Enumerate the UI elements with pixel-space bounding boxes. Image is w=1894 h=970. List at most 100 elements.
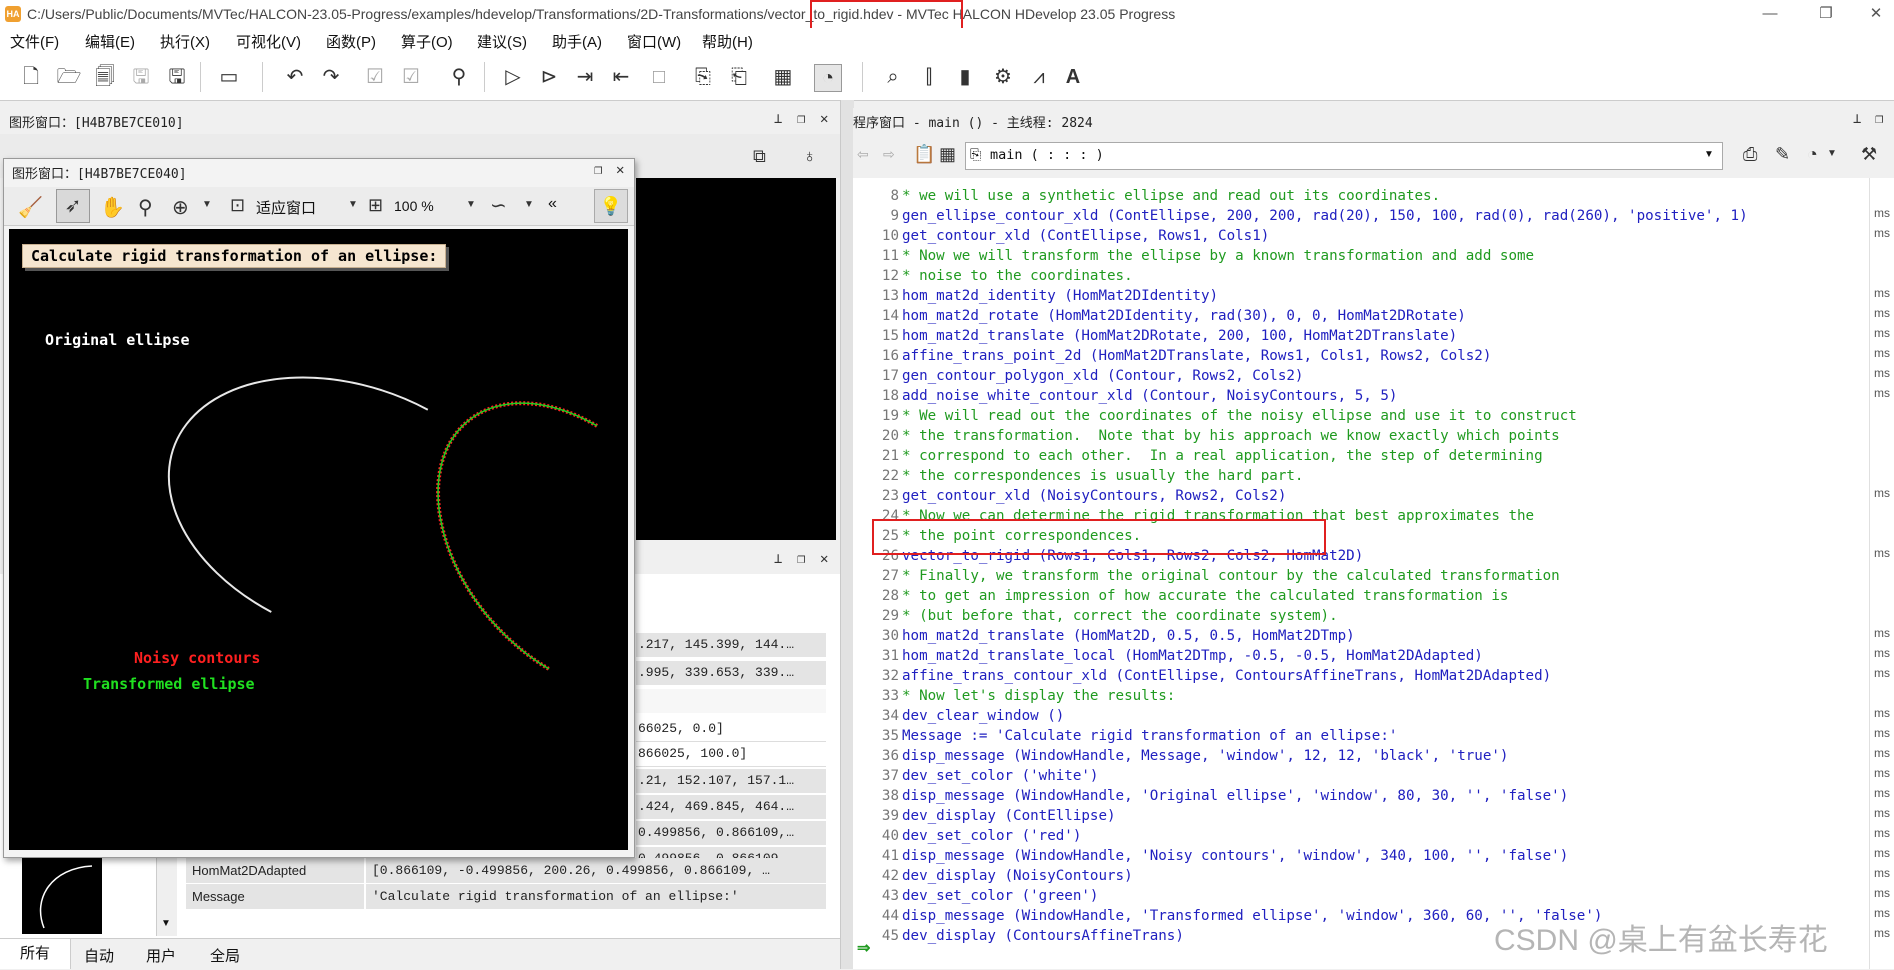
- code-line[interactable]: 13 hom_mat2d_identity (HomMat2DIdentity): [853, 286, 1218, 306]
- code-line[interactable]: 29 * (but before that, correct the coordi…: [853, 606, 1338, 626]
- close-window-icon[interactable]: ✕: [616, 162, 624, 178]
- menu-help[interactable]: 帮助(H): [702, 31, 753, 52]
- code-line[interactable]: 27 * Finally, we transform the original c…: [853, 566, 1560, 586]
- code-line[interactable]: 11 * Now we will transform the ellipse by…: [853, 246, 1534, 266]
- code-line[interactable]: 20 * the transformation. Note that by his…: [853, 426, 1560, 446]
- code-line[interactable]: 16 affine_trans_point_2d (HomMat2DTransla…: [853, 346, 1491, 366]
- code-line[interactable]: 23 get_contour_xld (NoisyContours, Rows2,…: [853, 486, 1286, 506]
- tab-auto[interactable]: 自动: [84, 945, 114, 966]
- pin-icon[interactable]: ⊥: [774, 111, 782, 127]
- variable-value[interactable]: 66025, 0.0]: [636, 717, 826, 742]
- code-editor[interactable]: 8 * we will use a synthetic ellipse and r…: [853, 178, 1894, 969]
- clear-window-icon[interactable]: 🧹: [18, 195, 43, 220]
- zoom-icon[interactable]: ⌕: [880, 64, 906, 90]
- variable-value[interactable]: .424, 469.845, 464.…: [636, 795, 826, 819]
- zoom-factor-icon[interactable]: ⊞: [368, 195, 383, 216]
- float-icon[interactable]: ❐: [797, 551, 805, 567]
- reset-all-icon[interactable]: ⎗: [726, 64, 752, 90]
- run-icon[interactable]: ▷: [500, 64, 526, 90]
- chevron-down-icon[interactable]: ▼: [1827, 148, 1837, 159]
- code-line[interactable]: 12 * noise to the coordinates.: [853, 266, 1133, 286]
- code-line[interactable]: 42 dev_display (NoisyContours): [853, 866, 1133, 886]
- code-line[interactable]: 22 * the correspondences is usually the h…: [853, 466, 1304, 486]
- zoom-factor-value[interactable]: 100 %: [394, 198, 434, 214]
- video-icon[interactable]: ▭: [216, 64, 242, 90]
- code-line[interactable]: 15 hom_mat2d_translate (HomMat2DRotate, 2…: [853, 326, 1457, 346]
- feature-histogram-icon[interactable]: ▮: [952, 64, 978, 90]
- pan-tool-icon[interactable]: ✋: [100, 195, 125, 220]
- layers-icon[interactable]: ⧉: [753, 146, 766, 167]
- table-row[interactable]: HomMat2DAdapted [0.866109, -0.499856, 20…: [186, 858, 826, 883]
- menu-assistants[interactable]: 助手(A): [552, 31, 602, 52]
- clipboard-icon[interactable]: 📋: [913, 144, 935, 165]
- graphics-canvas[interactable]: Calculate rigid transformation of an ell…: [9, 229, 628, 850]
- code-line[interactable]: 40 dev_set_color ('red'): [853, 826, 1081, 846]
- window-layout-icon[interactable]: ▦: [770, 64, 796, 90]
- menu-file[interactable]: 文件(F): [10, 31, 59, 52]
- chevron-down-icon[interactable]: ▼: [466, 199, 476, 210]
- menu-execute[interactable]: 执行(X): [160, 31, 210, 52]
- scroll-down-icon[interactable]: ▼: [161, 918, 171, 929]
- docked-graphics-canvas[interactable]: [636, 178, 836, 540]
- new-file-icon[interactable]: 🗋: [18, 64, 44, 90]
- code-line[interactable]: 37 dev_set_color ('white'): [853, 766, 1099, 786]
- float-icon[interactable]: ❐: [594, 162, 602, 178]
- save-icon[interactable]: 🖫: [128, 64, 154, 90]
- ocr-icon[interactable]: A: [1060, 64, 1086, 90]
- menu-procedures[interactable]: 函数(P): [326, 31, 376, 52]
- menu-window[interactable]: 窗口(W): [627, 31, 681, 52]
- tab-global[interactable]: 全局: [210, 945, 240, 966]
- reset-program-icon[interactable]: ⎘: [690, 64, 716, 90]
- redo-icon[interactable]: ↷: [318, 64, 344, 90]
- code-line[interactable]: 10 get_contour_xld (ContEllipse, Rows1, C…: [853, 226, 1269, 246]
- code-line[interactable]: 38 disp_message (WindowHandle, 'Original …: [853, 786, 1568, 806]
- code-line[interactable]: 31 hom_mat2d_translate_local (HomMat2DTmp…: [853, 646, 1483, 666]
- code-line[interactable]: 34 dev_clear_window (): [853, 706, 1064, 726]
- open-example-icon[interactable]: 🗐: [92, 64, 118, 90]
- draw-mode-icon[interactable]: ∽: [490, 193, 507, 218]
- menu-edit[interactable]: 编辑(E): [85, 31, 135, 52]
- magnifier-icon[interactable]: ⚲: [138, 195, 153, 220]
- step-into-icon[interactable]: ⇥: [572, 64, 598, 90]
- checklist-icon[interactable]: ☑: [362, 64, 388, 90]
- table-row[interactable]: Message 'Calculate rigid transformation …: [186, 884, 826, 909]
- code-line[interactable]: 28 * to get an impression of how accurate…: [853, 586, 1509, 606]
- code-line[interactable]: 19 * We will read out the coordinates of …: [853, 406, 1577, 426]
- pointer-tool-icon[interactable]: ➶: [56, 189, 90, 223]
- chevron-down-icon[interactable]: ▼: [348, 199, 358, 210]
- feature-inspection-icon[interactable]: ⚙: [990, 64, 1016, 90]
- grid-icon[interactable]: ▦: [939, 144, 956, 165]
- code-line[interactable]: 41 disp_message (WindowHandle, 'Noisy con…: [853, 846, 1568, 866]
- checklist-settings-icon[interactable]: ☑: [398, 64, 424, 90]
- gray-histogram-icon[interactable]: ⫿: [916, 64, 942, 90]
- code-line[interactable]: 44 disp_message (WindowHandle, 'Transform…: [853, 906, 1603, 926]
- lightbulb-icon[interactable]: 💡: [594, 189, 628, 223]
- menu-visualize[interactable]: 可视化(V): [236, 31, 301, 52]
- fit-window-label[interactable]: 适应窗口: [256, 197, 316, 218]
- close-panel-icon[interactable]: ✕: [820, 111, 828, 127]
- float-icon[interactable]: ❐: [1875, 111, 1883, 127]
- code-line[interactable]: 18 add_noise_white_contour_xld (Contour, …: [853, 386, 1398, 406]
- pin-icon[interactable]: ⊥: [774, 551, 782, 567]
- code-line[interactable]: 14 hom_mat2d_rotate (HomMat2DIdentity, ra…: [853, 306, 1466, 326]
- timer-icon[interactable]: ◔: [1807, 144, 1818, 165]
- thumbnail-scrollbar[interactable]: ▼: [156, 856, 177, 936]
- variable-value[interactable]: .21, 152.107, 157.1…: [636, 769, 826, 793]
- code-line[interactable]: 45 dev_display (ContoursAffineTrans): [853, 926, 1184, 946]
- close-button[interactable]: ✕: [1856, 2, 1894, 26]
- chevron-down-icon[interactable]: ▼: [524, 199, 534, 210]
- profiler-icon[interactable]: ◔: [814, 64, 842, 92]
- variable-value[interactable]: .217, 145.399, 144.…: [636, 633, 826, 657]
- chevron-down-icon[interactable]: ▼: [202, 199, 212, 210]
- expand-toolbar-icon[interactable]: «: [548, 195, 557, 213]
- zoom-in-icon[interactable]: ⊕: [172, 195, 189, 220]
- broom-icon[interactable]: ⚒: [1861, 144, 1877, 165]
- menu-suggestions[interactable]: 建议(S): [477, 31, 527, 52]
- menu-operators[interactable]: 算子(O): [401, 31, 453, 52]
- binoculars-icon[interactable]: ⚲: [446, 64, 472, 90]
- open-file-icon[interactable]: 🗁: [56, 64, 82, 90]
- tab-user[interactable]: 用户: [146, 945, 176, 966]
- maximize-button[interactable]: ❐: [1806, 2, 1846, 26]
- code-line[interactable]: 32 affine_trans_contour_xld (ContEllipse,…: [853, 666, 1551, 686]
- variable-value[interactable]: 0.499856, 0.866109,…: [636, 821, 826, 845]
